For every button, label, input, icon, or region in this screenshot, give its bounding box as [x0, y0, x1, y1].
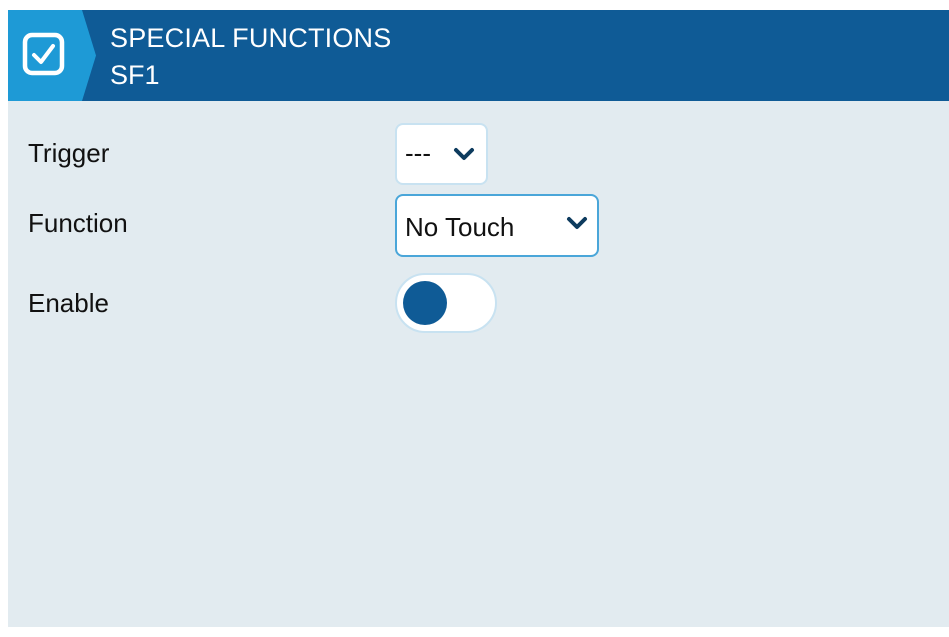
page-title: SPECIAL FUNCTIONS [110, 23, 392, 53]
trigger-label: Trigger [28, 138, 110, 168]
function-value: No Touch [405, 212, 515, 242]
enable-toggle[interactable] [395, 273, 497, 333]
special-functions-screen: SPECIAL FUNCTIONS SF1 Trigger --- Functi… [8, 10, 949, 627]
chevron-down-icon [567, 217, 587, 229]
toggle-knob [403, 281, 447, 325]
page-header: SPECIAL FUNCTIONS SF1 [8, 10, 949, 101]
function-select[interactable]: No Touch [395, 194, 599, 257]
page-subtitle: SF1 [110, 60, 160, 90]
function-label: Function [28, 208, 128, 238]
trigger-select[interactable]: --- [395, 123, 488, 185]
trigger-value: --- [405, 138, 431, 168]
chevron-down-icon [454, 148, 474, 160]
enable-label: Enable [28, 288, 109, 318]
header-icon-tab [8, 10, 96, 101]
